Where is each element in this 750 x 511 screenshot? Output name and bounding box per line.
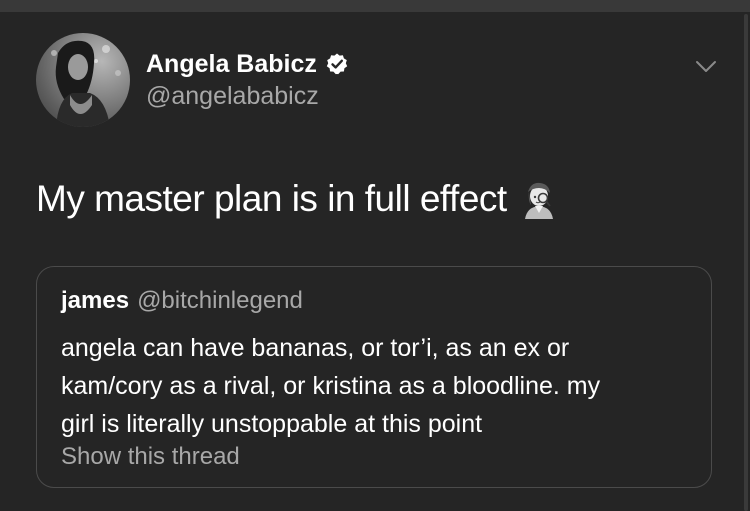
top-bar bbox=[0, 0, 750, 12]
quoted-tweet-header: james @bitchinlegend bbox=[61, 287, 303, 315]
quoted-tweet-line: girl is literally unstoppable at this po… bbox=[61, 410, 483, 438]
tweet-text-content: My master plan is in full effect bbox=[36, 178, 507, 219]
scrollbar[interactable] bbox=[744, 14, 748, 511]
author-display-name[interactable]: Angela Babicz bbox=[146, 50, 317, 79]
quoted-tweet-line: angela can have bananas, or tor’i, as an… bbox=[61, 334, 570, 362]
woman-detective-emoji-icon bbox=[524, 182, 553, 219]
author-handle[interactable]: @angelababicz bbox=[146, 82, 319, 111]
show-thread-link[interactable]: Show this thread bbox=[61, 443, 240, 471]
quoted-author-name: james bbox=[61, 287, 130, 314]
verified-badge-icon bbox=[326, 53, 348, 75]
chevron-down-icon[interactable] bbox=[694, 58, 718, 76]
quoted-author-handle: @bitchinlegend bbox=[137, 287, 303, 314]
quoted-tweet-line: kam/cory as a rival, or kristina as a bl… bbox=[61, 372, 601, 400]
quoted-tweet-text: angela can have bananas, or tor’i, as an… bbox=[61, 329, 701, 443]
tweet-text: My master plan is in full effect bbox=[36, 178, 559, 220]
avatar[interactable] bbox=[36, 33, 130, 127]
quoted-tweet-card[interactable]: james @bitchinlegend angela can have bana… bbox=[36, 266, 712, 488]
author-name-row[interactable]: Angela Babicz bbox=[146, 47, 349, 81]
